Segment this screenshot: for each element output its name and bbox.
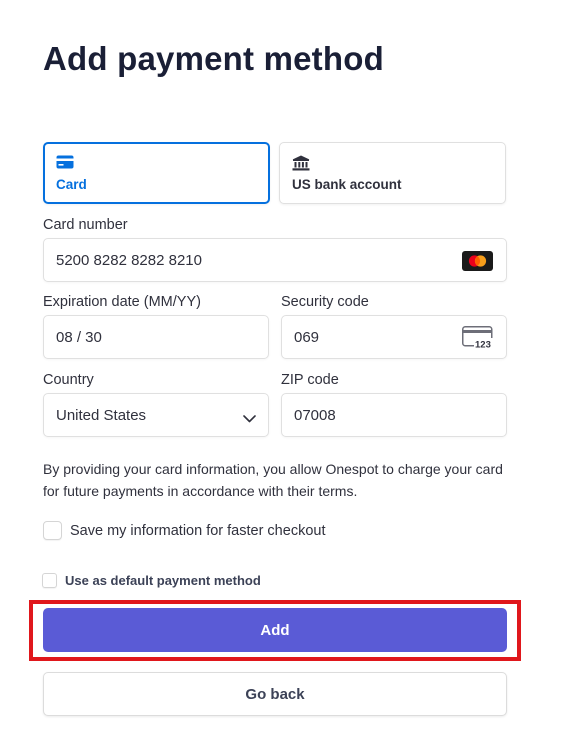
credit-card-icon — [56, 155, 76, 173]
zip-value: 07008 — [294, 407, 336, 424]
country-value: United States — [56, 407, 147, 424]
expiration-field[interactable]: 08 / 30 — [43, 315, 269, 359]
tab-card[interactable]: Card — [43, 142, 270, 204]
add-button[interactable]: Add — [43, 608, 507, 652]
default-method-checkbox[interactable] — [42, 573, 57, 588]
page-title: Add payment method — [43, 40, 384, 77]
save-info-option[interactable]: Save my information for faster checkout — [43, 521, 325, 540]
chevron-down-icon — [243, 410, 256, 428]
country-select[interactable]: United States — [43, 393, 269, 437]
card-number-field[interactable]: 5200 8282 8282 8210 — [43, 238, 507, 282]
save-info-checkbox[interactable] — [43, 521, 62, 540]
save-info-label: Save my information for faster checkout — [70, 522, 326, 539]
cvc-card-icon: 123 — [462, 326, 494, 355]
zip-field[interactable]: 07008 — [281, 393, 507, 437]
card-number-label: Card number — [43, 217, 128, 233]
security-code-field[interactable]: 069 123 — [281, 315, 507, 359]
authorization-notice: By providing your card information, you … — [43, 461, 503, 499]
mastercard-icon — [462, 251, 493, 276]
card-number-value: 5200 8282 8282 8210 — [56, 252, 202, 269]
go-back-button[interactable]: Go back — [43, 672, 507, 716]
cvc-icon-text: 123 — [475, 340, 491, 351]
tab-card-label: Card — [56, 177, 87, 192]
security-code-label: Security code — [281, 294, 369, 310]
security-code-value: 069 — [294, 329, 320, 346]
tab-us-bank-account-label: US bank account — [292, 177, 402, 192]
bank-icon — [292, 155, 312, 173]
default-method-option[interactable]: Use as default payment method — [42, 573, 261, 588]
country-label: Country — [43, 372, 94, 388]
zip-label: ZIP code — [281, 372, 339, 388]
payment-method-page: Add payment method Card US bank account — [0, 0, 565, 734]
expiration-value: 08 / 30 — [56, 329, 102, 346]
default-method-label: Use as default payment method — [65, 573, 261, 588]
tab-us-bank-account[interactable]: US bank account — [279, 142, 506, 204]
expiration-label: Expiration date (MM/YY) — [43, 294, 201, 310]
